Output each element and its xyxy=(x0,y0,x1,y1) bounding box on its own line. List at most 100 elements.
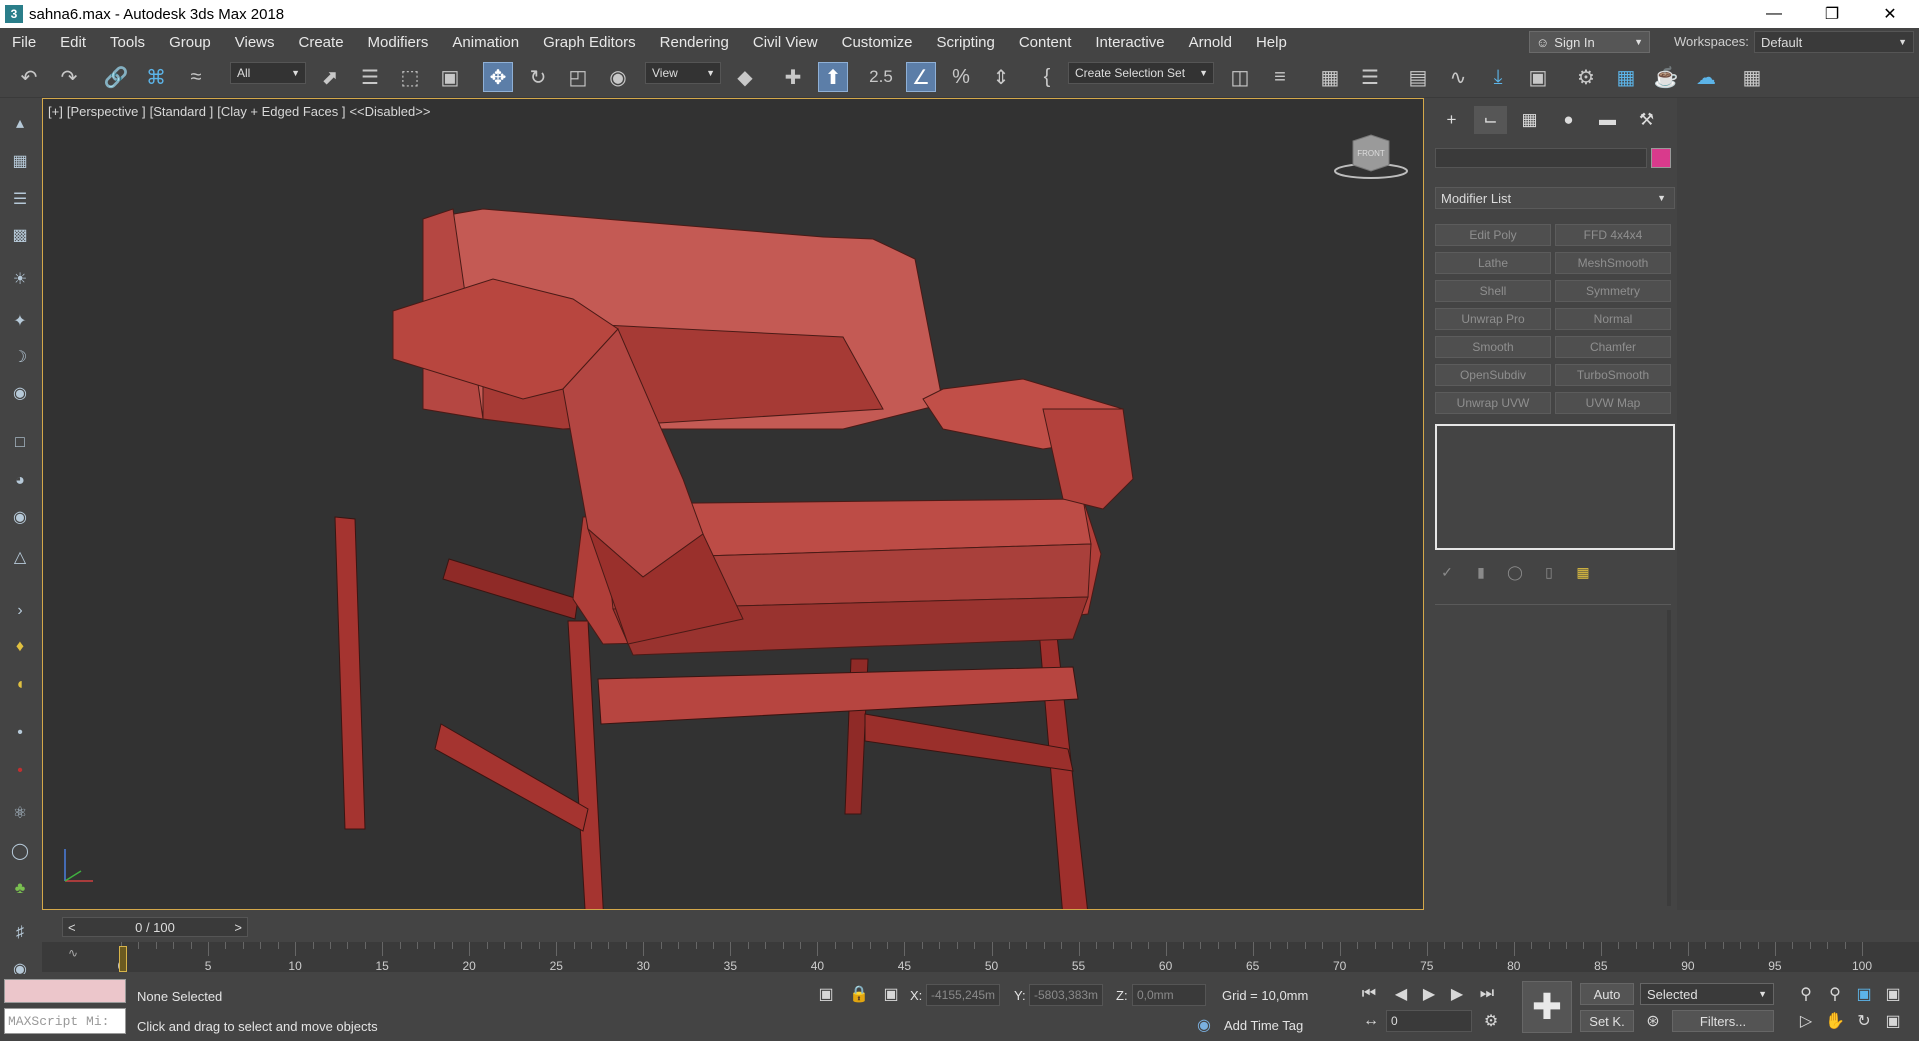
curve-editor-icon[interactable]: ∿ xyxy=(1443,62,1473,92)
link-icon[interactable]: 🔗 xyxy=(101,62,131,92)
menu-rendering[interactable]: Rendering xyxy=(648,34,741,51)
dot-icon[interactable]: • xyxy=(6,720,34,746)
utilities-tab-icon[interactable]: ⚒ xyxy=(1630,106,1663,134)
viewport-layout-icon[interactable]: ▦ xyxy=(6,148,34,174)
schematic-view-icon[interactable]: ⤓ xyxy=(1483,62,1513,92)
menu-arnold[interactable]: Arnold xyxy=(1177,34,1244,51)
object-color-swatch[interactable] xyxy=(1651,148,1671,168)
key-filter-select[interactable]: Selected ▼ xyxy=(1640,983,1774,1005)
modify-tab-icon[interactable]: ⌙ xyxy=(1474,106,1507,134)
go-to-end-icon[interactable]: ⏭ xyxy=(1476,983,1498,1005)
angle-snap-icon[interactable]: ∠ xyxy=(906,62,936,92)
edit-named-selection-icon[interactable]: { xyxy=(1032,62,1062,92)
align-icon[interactable]: ≡ xyxy=(1265,62,1295,92)
menu-graph-editors[interactable]: Graph Editors xyxy=(531,34,648,51)
close-icon[interactable]: ✕ xyxy=(1861,0,1919,28)
reference-coordinate-dropdown[interactable]: View ▼ xyxy=(645,62,721,84)
auto-key-button[interactable]: Auto xyxy=(1580,983,1634,1005)
menu-help[interactable]: Help xyxy=(1244,34,1299,51)
render-production-icon[interactable]: ☕ xyxy=(1651,62,1681,92)
play-icon[interactable]: ▶ xyxy=(1418,983,1440,1005)
menu-views[interactable]: Views xyxy=(223,34,287,51)
maxscript-listener-output[interactable] xyxy=(4,979,126,1003)
menu-scripting[interactable]: Scripting xyxy=(924,34,1006,51)
remove-modifier-icon[interactable]: ▯ xyxy=(1537,560,1561,584)
hierarchy-tab-icon[interactable]: ▦ xyxy=(1513,106,1546,134)
scene-explorer-icon[interactable]: ▦ xyxy=(1315,62,1345,92)
menu-file[interactable]: File xyxy=(0,34,48,51)
sign-in-dropdown[interactable]: ☺ Sign In ▼ xyxy=(1529,31,1650,53)
zoom-extents-icon[interactable]: ▣ xyxy=(1853,983,1875,1005)
add-time-tag[interactable]: Add Time Tag xyxy=(1224,1018,1303,1033)
arrow-icon[interactable]: › xyxy=(6,598,34,624)
minimize-icon[interactable]: — xyxy=(1745,0,1803,28)
undo-icon[interactable]: ↶ xyxy=(14,62,44,92)
menu-interactive[interactable]: Interactive xyxy=(1083,34,1176,51)
time-prev-icon[interactable]: < xyxy=(68,920,76,935)
modifier-chamfer-button[interactable]: Chamfer xyxy=(1555,336,1671,358)
rectangular-region-icon[interactable]: ⬚ xyxy=(395,62,425,92)
render-setup-icon[interactable]: ⚙ xyxy=(1571,62,1601,92)
select-and-rotate-icon[interactable]: ↻ xyxy=(523,62,553,92)
menu-group[interactable]: Group xyxy=(157,34,223,51)
menu-customize[interactable]: Customize xyxy=(830,34,925,51)
red-dot-icon[interactable]: • xyxy=(6,758,34,784)
modifier-unwrap-uvw-button[interactable]: Unwrap UVW xyxy=(1435,392,1551,414)
modifier-shell-button[interactable]: Shell xyxy=(1435,280,1551,302)
mini-curve-editor-icon[interactable]: ∿ xyxy=(68,946,78,960)
previous-frame-icon[interactable]: ◀ xyxy=(1390,983,1412,1005)
select-manipulate-icon[interactable]: ✚ xyxy=(778,62,808,92)
sphere-icon[interactable]: ◉ xyxy=(6,504,34,530)
time-tag-icon[interactable]: ◉ xyxy=(1193,1014,1215,1036)
render-icon[interactable]: ◉ xyxy=(6,380,34,406)
material-editor-icon[interactable]: ▣ xyxy=(1523,62,1553,92)
y-coordinate-field[interactable]: -5803,383m xyxy=(1029,984,1103,1006)
selection-lock-icon[interactable]: 🔒 xyxy=(848,983,870,1005)
time-slider[interactable]: < 0 / 100 > xyxy=(62,917,248,937)
render-in-cloud-icon[interactable]: ☁ xyxy=(1691,62,1721,92)
rendered-frame-window-icon[interactable]: ▦ xyxy=(1611,62,1641,92)
modifier-unwrap-pro-button[interactable]: Unwrap Pro xyxy=(1435,308,1551,330)
modifier-symmetry-button[interactable]: Symmetry xyxy=(1555,280,1671,302)
key-mode-icon[interactable]: ↔ xyxy=(1360,1010,1382,1032)
light-icon[interactable]: ☀ xyxy=(6,266,34,292)
modifier-stack[interactable] xyxy=(1435,424,1675,550)
modifier-ffd-button[interactable]: FFD 4x4x4 xyxy=(1555,224,1671,246)
go-to-start-icon[interactable]: ⏮ xyxy=(1358,983,1380,1005)
hemisphere-icon[interactable]: ◕ xyxy=(6,468,34,494)
zoom-all-icon[interactable]: ⚲ xyxy=(1824,983,1846,1005)
pin-stack-icon[interactable]: ✓ xyxy=(1435,560,1459,584)
half-circle-icon[interactable]: ◖ xyxy=(6,672,34,698)
absolute-mode-icon[interactable]: ▣ xyxy=(880,983,902,1005)
filters-button[interactable]: Filters... xyxy=(1672,1010,1774,1032)
hair-fur-icon[interactable]: ♯ xyxy=(6,920,34,946)
menu-content[interactable]: Content xyxy=(1007,34,1084,51)
current-frame-marker[interactable] xyxy=(119,946,127,972)
x-coordinate-field[interactable]: -4155,245m xyxy=(926,984,1000,1006)
modifier-meshsmooth-button[interactable]: MeshSmooth xyxy=(1555,252,1671,274)
unlink-icon[interactable]: ⌘ xyxy=(141,62,171,92)
menu-animation[interactable]: Animation xyxy=(440,34,531,51)
plant-icon[interactable]: ♣ xyxy=(6,876,34,902)
select-by-name-icon[interactable]: ☰ xyxy=(355,62,385,92)
set-key-button[interactable]: Set K. xyxy=(1580,1010,1634,1032)
menu-modifiers[interactable]: Modifiers xyxy=(356,34,441,51)
dome-icon[interactable]: △ xyxy=(6,544,34,570)
menu-edit[interactable]: Edit xyxy=(48,34,98,51)
command-panel-scrollbar[interactable] xyxy=(1667,610,1671,906)
menu-tools[interactable]: Tools xyxy=(98,34,157,51)
modifier-uvw-map-button[interactable]: UVW Map xyxy=(1555,392,1671,414)
object-name-field[interactable] xyxy=(1435,148,1647,168)
percent-snap-icon[interactable]: % xyxy=(946,62,976,92)
box-icon[interactable]: □ xyxy=(6,430,34,456)
time-configuration-icon[interactable]: ⚙ xyxy=(1480,1010,1502,1032)
field-of-view-icon[interactable]: ▷ xyxy=(1795,1010,1817,1032)
helper-icon[interactable]: ✦ xyxy=(6,308,34,334)
spinner-snap-icon[interactable]: ⇕ xyxy=(986,62,1016,92)
modifier-normal-button[interactable]: Normal xyxy=(1555,308,1671,330)
redo-icon[interactable]: ↷ xyxy=(54,62,84,92)
configure-modifier-sets-icon[interactable]: ▦ xyxy=(1571,560,1595,584)
snaps-toggle-icon[interactable]: 2.5 xyxy=(866,62,896,92)
modifier-lathe-button[interactable]: Lathe xyxy=(1435,252,1551,274)
scene-explorer-toggle-icon[interactable]: ▴ xyxy=(6,110,34,136)
